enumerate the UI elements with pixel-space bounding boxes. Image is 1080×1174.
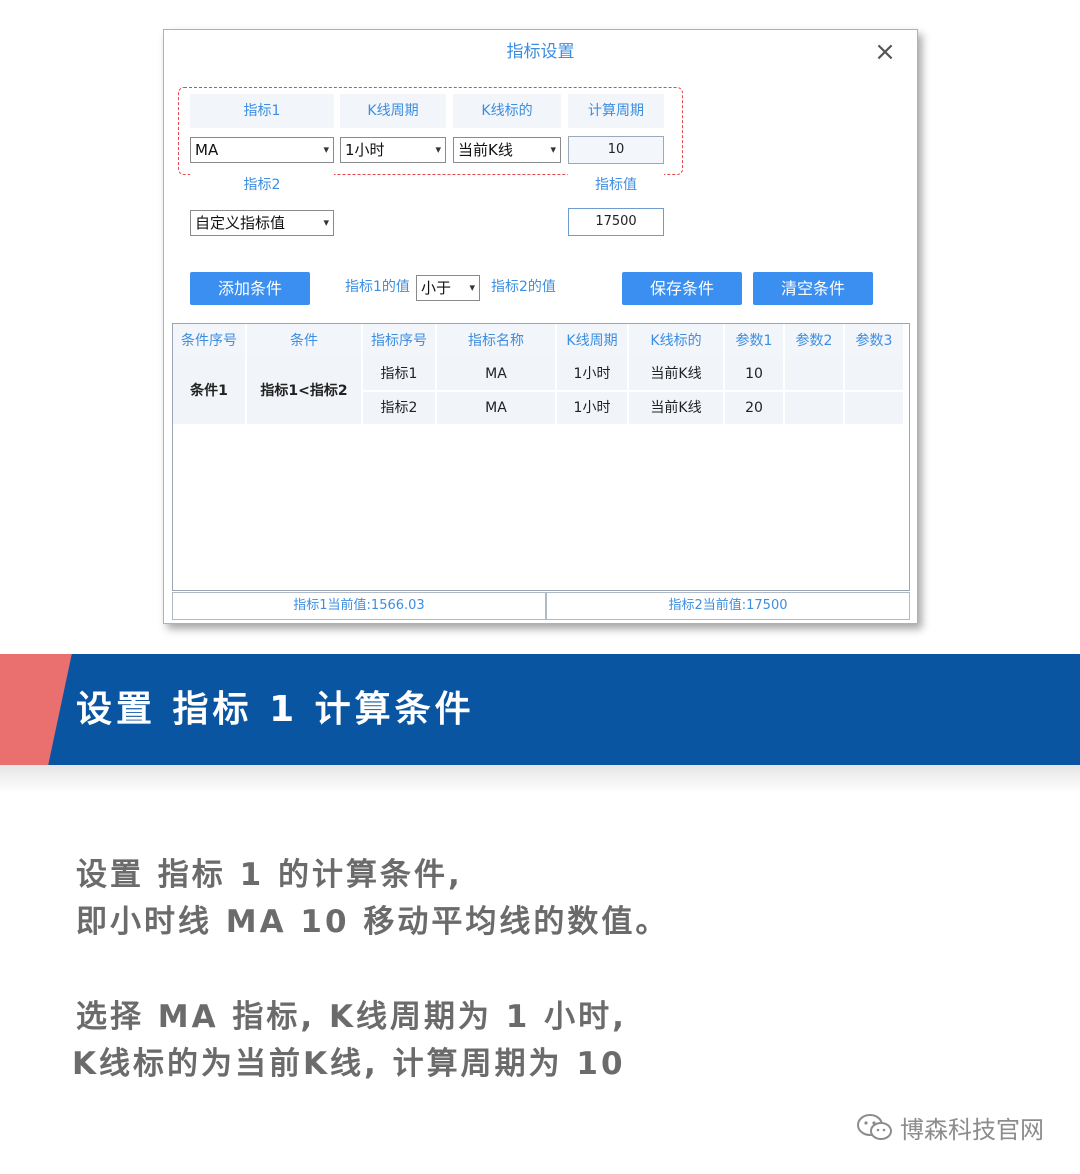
col-header-indicator-index: 指标序号: [363, 324, 435, 358]
operator-select[interactable]: 小于 ▾: [416, 275, 480, 301]
paragraph-2-line-2: K线标的为当前K线, 计算周期为 10: [72, 1046, 626, 1082]
clear-condition-button[interactable]: 清空条件: [753, 272, 873, 305]
conditions-table: 条件序号 条件 指标序号 指标名称 K线周期 K线标的 参数1 参数2 参数3 …: [172, 323, 910, 591]
save-condition-button[interactable]: 保存条件: [622, 272, 742, 305]
table-row-1-param2[interactable]: [785, 358, 843, 390]
table-row-2-param2[interactable]: [785, 392, 843, 424]
table-row-1-index[interactable]: 指标1: [363, 358, 435, 390]
kline-period-select[interactable]: 1小时 ▾: [340, 137, 446, 163]
banner-title: 设置 指标 1 计算条件: [76, 689, 475, 730]
col-header-condition-id: 条件序号: [173, 324, 245, 358]
indicator1-value-label: 指标1的值: [345, 279, 410, 295]
paragraph-1-line-2: 即小时线 MA 10 移动平均线的数值。: [76, 904, 670, 940]
kline-target-select-value: 当前K线: [458, 141, 513, 159]
col-header-param2: 参数2: [785, 324, 843, 358]
table-row-1-target[interactable]: 当前K线: [629, 358, 723, 390]
indicator-value-header: 指标值: [568, 170, 664, 200]
table-row-2-period[interactable]: 1小时: [557, 392, 627, 424]
paragraph-2-line-1: 选择 MA 指标, K线周期为 1 小时,: [76, 999, 627, 1035]
cell-condition-id[interactable]: 条件1: [173, 358, 245, 424]
table-row-1-param3[interactable]: [845, 358, 903, 390]
indicator2-header: 指标2: [190, 170, 334, 200]
indicator1-header: 指标1: [190, 94, 334, 128]
col-header-param3: 参数3: [845, 324, 903, 358]
dialog-title: 指标设置: [506, 42, 575, 62]
col-header-kline-target: K线标的: [629, 324, 723, 358]
cell-condition[interactable]: 指标1<指标2: [247, 358, 361, 424]
table-row-2-target[interactable]: 当前K线: [629, 392, 723, 424]
table-row-1-param1[interactable]: 10: [725, 358, 783, 390]
kline-period-header: K线周期: [340, 94, 446, 128]
operator-select-value: 小于: [421, 279, 452, 297]
chevron-down-icon: ▾: [435, 143, 441, 156]
calc-period-header: 计算周期: [568, 94, 664, 128]
indicator1-current-value: 指标1当前值:1566.03: [172, 592, 546, 620]
table-row-2-param3[interactable]: [845, 392, 903, 424]
chevron-down-icon: ▾: [323, 216, 329, 229]
watermark: 博森科技官网: [856, 1110, 1044, 1145]
watermark-text: 博森科技官网: [900, 1116, 1044, 1144]
section-banner: 设置 指标 1 计算条件: [0, 654, 1080, 765]
indicator-value-input[interactable]: 17500: [568, 208, 664, 236]
indicator1-select[interactable]: MA ▾: [190, 137, 334, 163]
table-row-2-name[interactable]: MA: [437, 392, 555, 424]
kline-period-select-value: 1小时: [345, 141, 385, 159]
table-row-1-period[interactable]: 1小时: [557, 358, 627, 390]
col-header-indicator-name: 指标名称: [437, 324, 555, 358]
chevron-down-icon: ▾: [550, 143, 556, 156]
indicator2-select-value: 自定义指标值: [195, 214, 286, 232]
close-icon[interactable]: ×: [871, 38, 899, 66]
chevron-down-icon: ▾: [323, 143, 329, 156]
col-header-kline-period: K线周期: [557, 324, 627, 358]
banner-shadow: [0, 765, 1080, 793]
table-row-2-index[interactable]: 指标2: [363, 392, 435, 424]
paragraph-1-line-1: 设置 指标 1 的计算条件,: [76, 857, 463, 893]
wechat-icon: [857, 1113, 892, 1140]
add-condition-button[interactable]: 添加条件: [190, 272, 310, 305]
col-header-param1: 参数1: [725, 324, 783, 358]
col-header-condition: 条件: [247, 324, 361, 358]
indicator1-select-value: MA: [195, 141, 219, 159]
kline-target-header: K线标的: [453, 94, 561, 128]
calc-period-input[interactable]: 10: [568, 136, 664, 164]
chevron-down-icon: ▾: [469, 281, 475, 294]
banner-accent: [0, 654, 72, 765]
indicator2-current-value: 指标2当前值:17500: [546, 592, 910, 620]
table-row-1-name[interactable]: MA: [437, 358, 555, 390]
indicator2-select[interactable]: 自定义指标值 ▾: [190, 210, 334, 236]
indicator2-value-label: 指标2的值: [491, 279, 556, 295]
kline-target-select[interactable]: 当前K线 ▾: [453, 137, 561, 163]
table-row-2-param1[interactable]: 20: [725, 392, 783, 424]
indicator-settings-dialog: 指标设置 × 指标1 K线周期 K线标的 计算周期 MA ▾ 1小时 ▾ 当前K…: [163, 29, 918, 624]
